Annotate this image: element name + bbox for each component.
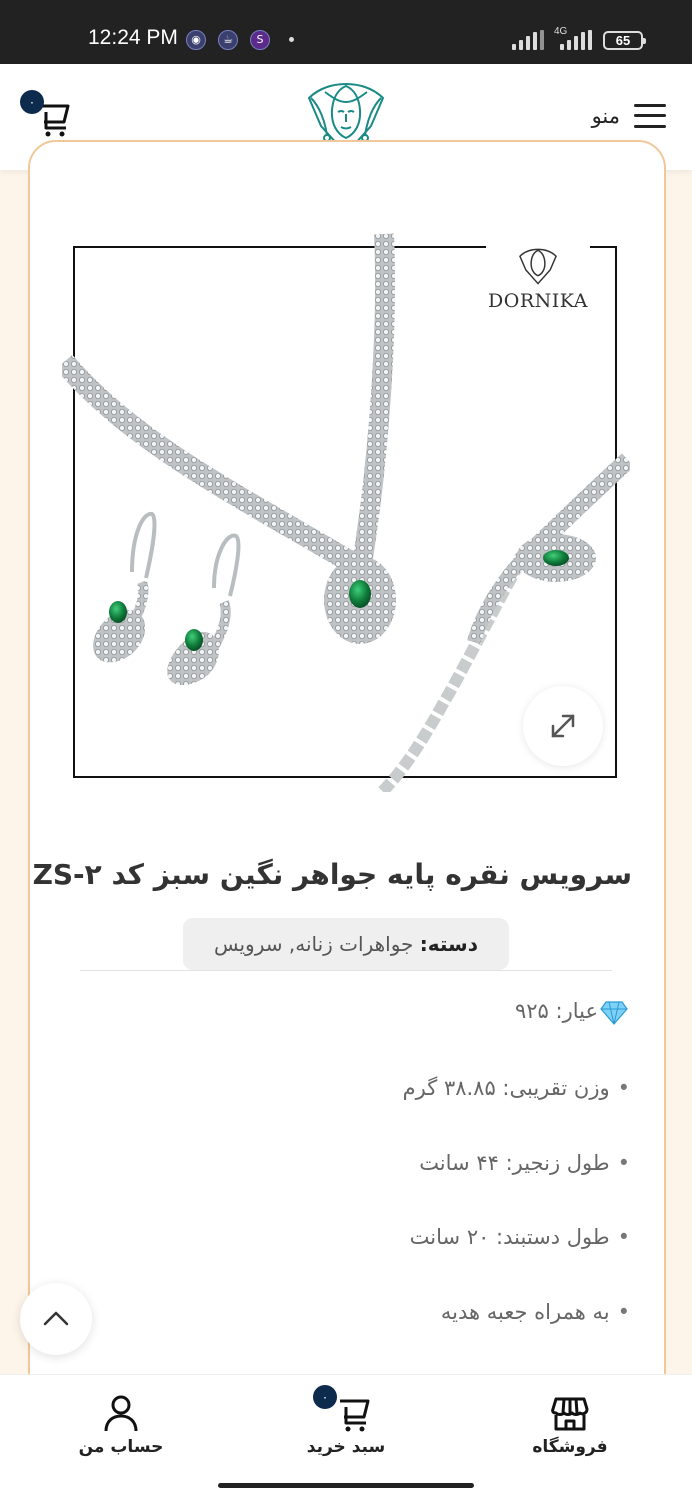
category-pill: دسته: جواهرات زنانه, سرویس — [183, 918, 509, 970]
spec-text: وزن تقریبی: ۳۸.۸۵ گرم — [402, 1076, 610, 1100]
more-notifications-icon — [289, 37, 294, 42]
store-icon — [551, 1397, 589, 1431]
app-notification-icon: ◉ — [186, 30, 206, 50]
diamond-icon — [600, 1001, 628, 1025]
nav-cart-label: سبد خرید — [306, 1437, 386, 1457]
spec-text: به همراه جعبه هدیه — [440, 1300, 610, 1324]
brand-watermark: DORNIKA — [486, 240, 590, 322]
nav-account-label: حساب من — [78, 1437, 164, 1457]
spec-text: عیار: ۹۲۵ — [514, 999, 598, 1023]
battery-icon: 65 — [603, 31, 646, 50]
spec-text: طول دستبند: ۲۰ سانت — [409, 1225, 610, 1249]
bullet: • — [617, 1076, 630, 1100]
bullet: • — [617, 1300, 630, 1324]
menu-button[interactable]: منو — [592, 100, 666, 132]
header-cart-button[interactable]: ۰ — [20, 90, 72, 138]
status-time: 12:24 PM — [88, 26, 178, 49]
category-links[interactable]: جواهرات زنانه, سرویس — [214, 932, 413, 956]
status-bar: 12:24 PM ◉ ☕ S 4G 65 — [0, 0, 692, 64]
bottom-navigation: فروشگاه ۰ سبد خرید حساب من — [0, 1374, 692, 1500]
spec-item: عیار: ۹۲۵ — [515, 999, 598, 1023]
nav-cart-badge: ۰ — [313, 1385, 337, 1409]
nav-account[interactable]: حساب من — [51, 1389, 191, 1459]
menu-label: منو — [591, 104, 620, 128]
hamburger-icon — [634, 104, 666, 128]
scroll-to-top-button[interactable] — [20, 1283, 92, 1355]
category-label: دسته: — [419, 932, 478, 956]
spec-item: • وزن تقریبی: ۳۸.۸۵ گرم — [403, 1076, 630, 1100]
signal-icon-2 — [560, 30, 592, 50]
spec-item: • طول زنجیر: ۴۴ سانت — [419, 1151, 630, 1175]
app-notification-icon: S — [250, 30, 270, 50]
home-indicator — [218, 1483, 474, 1488]
expand-icon — [551, 714, 575, 738]
spec-text: طول زنجیر: ۴۴ سانت — [419, 1151, 610, 1175]
app-notification-icon: ☕ — [218, 30, 238, 50]
spec-item: • طول دستبند: ۲۰ سانت — [410, 1225, 630, 1249]
bullet: • — [617, 1151, 630, 1175]
brand-logo-icon — [519, 248, 557, 285]
divider — [80, 970, 612, 971]
cart-count-badge: ۰ — [20, 90, 44, 114]
signal-icon — [512, 30, 544, 50]
nav-cart[interactable]: ۰ سبد خرید — [276, 1385, 416, 1459]
bullet: • — [617, 1225, 630, 1249]
product-title: سرویس نقره پایه جواهر نگین سبز کد ZS-۲ — [32, 858, 632, 891]
nav-shop-label: فروشگاه — [532, 1437, 608, 1457]
chevron-up-icon — [43, 1311, 69, 1326]
brand-name: DORNIKA — [488, 290, 588, 312]
spec-item: • به همراه جعبه هدیه — [441, 1300, 630, 1324]
zoom-button[interactable] — [523, 686, 603, 766]
user-icon — [104, 1395, 138, 1432]
nav-shop[interactable]: فروشگاه — [500, 1389, 640, 1459]
